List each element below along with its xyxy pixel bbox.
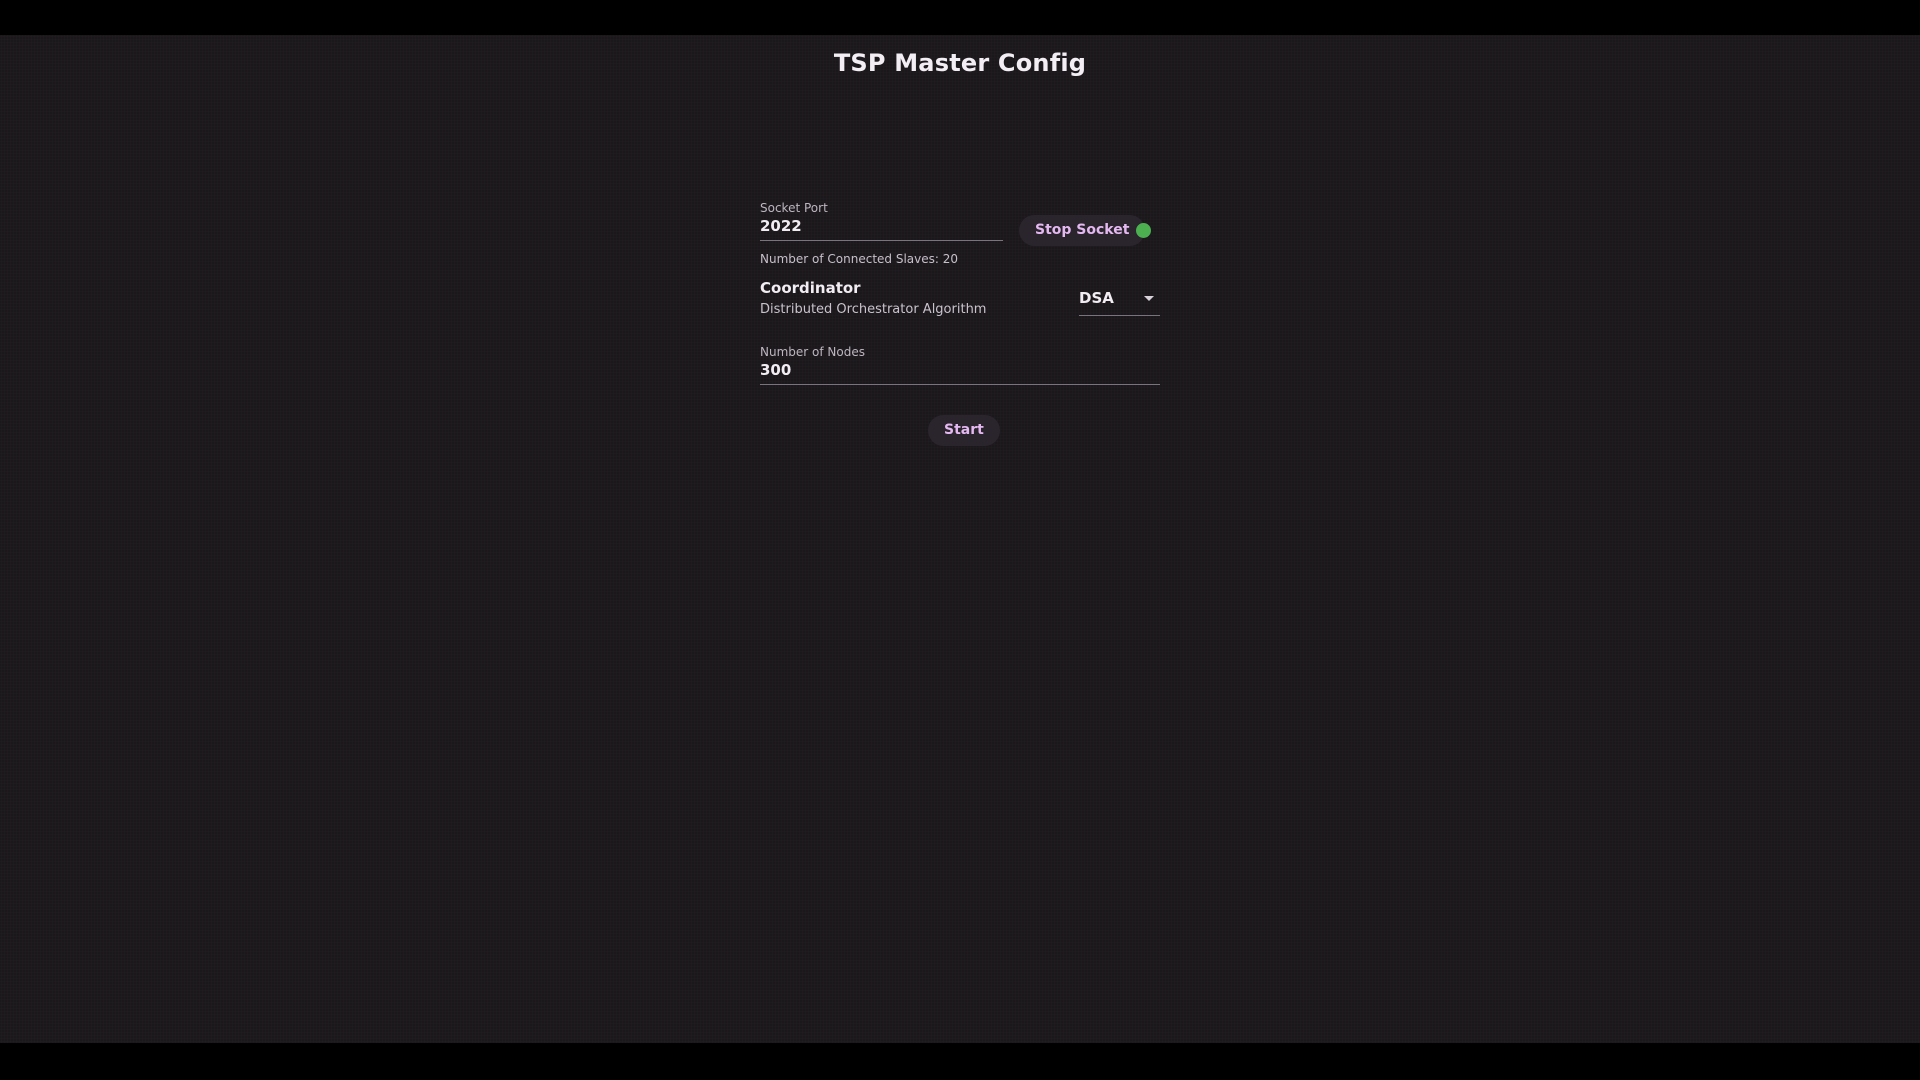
start-button[interactable]: Start	[928, 415, 1000, 446]
chevron-down-icon	[1144, 296, 1154, 301]
socket-port-field[interactable]: Socket Port 2022	[760, 201, 1003, 236]
letterbox-bottom	[0, 1043, 1920, 1080]
socket-status-indicator	[1136, 223, 1151, 238]
socket-port-label: Socket Port	[760, 201, 828, 215]
page-title: TSP Master Config	[833, 49, 1087, 77]
nodes-underline	[760, 384, 1160, 385]
coordinator-subtitle: Distributed Orchestrator Algorithm	[760, 302, 987, 317]
socket-port-underline	[760, 240, 1003, 241]
coordinator-select-underline	[1079, 315, 1160, 316]
nodes-field[interactable]: Number of Nodes 300	[760, 345, 1160, 380]
nodes-input[interactable]: 300	[760, 360, 1160, 380]
coordinator-title: Coordinator	[760, 279, 861, 297]
app-window: TSP Master Config Socket Port 2022 Stop …	[0, 35, 1920, 1043]
socket-port-input[interactable]: 2022	[760, 216, 1003, 236]
nodes-label: Number of Nodes	[760, 345, 865, 359]
coordinator-select[interactable]: DSA	[1079, 287, 1160, 316]
letterbox-top	[0, 0, 1920, 35]
coordinator-select-value: DSA	[1079, 289, 1114, 307]
stop-socket-button[interactable]: Stop Socket	[1019, 215, 1146, 246]
connected-slaves-text: Number of Connected Slaves: 20	[760, 252, 958, 266]
